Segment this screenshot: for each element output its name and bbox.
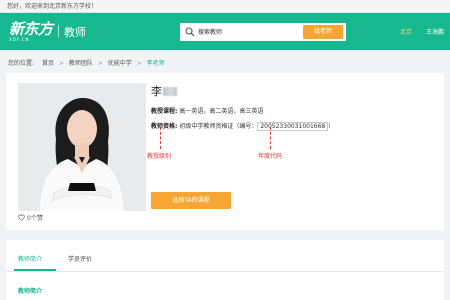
welcome-text: 您好，欢迎来到北京新东方学校！	[7, 3, 98, 10]
breadcrumb-prefix: 您的位置:	[8, 60, 35, 67]
teacher-portrait-image	[18, 83, 146, 211]
header-divider	[58, 25, 59, 38]
tab-student-reviews[interactable]: 学员评价	[68, 254, 92, 263]
certificate-value: 初级中学教师资格证（编号：	[179, 123, 258, 130]
teacher-name: 李	[151, 83, 177, 99]
teacher-photo	[18, 83, 146, 211]
tabs-divider	[6, 271, 444, 272]
breadcrumb-separator: >	[97, 60, 103, 67]
breadcrumb-separator: >	[58, 60, 64, 67]
courses-label: 教授课程:	[151, 108, 178, 115]
search-input[interactable]	[198, 25, 298, 39]
annotation-line-level	[160, 127, 161, 149]
welcome-bar: 您好，欢迎来到北京新东方学校！	[0, 0, 450, 13]
intro-section-title: 教师简介	[18, 288, 43, 295]
heart-icon	[18, 214, 25, 221]
region-selector[interactable]: 北京	[400, 27, 412, 36]
brand-logo[interactable]: 新东方 XDF.CN	[9, 22, 54, 44]
annotation-line-year	[270, 127, 271, 149]
teacher-surname: 李	[151, 85, 162, 98]
breadcrumb-home[interactable]: 首页	[42, 60, 54, 67]
site-header: 新东方 XDF.CN 教师 找老师 北京 王海鹏	[0, 13, 450, 50]
breadcrumb-current: 李老师	[146, 60, 165, 67]
tab-teacher-intro[interactable]: 教师简介	[18, 254, 42, 263]
certificate-label: 教师资格:	[151, 123, 178, 130]
annotation-year: 年度代码	[258, 153, 283, 160]
logo-text: 新东方	[9, 20, 53, 38]
user-name-link[interactable]: 王海鹏	[426, 27, 444, 36]
annotation-level: 教授级别	[147, 153, 172, 160]
certificate-row: 教师资格: 初级中学教师资格证（编号： 20052330031001668）	[151, 121, 335, 131]
breadcrumb-category[interactable]: 优能中学	[108, 60, 132, 67]
page-section-title: 教师	[64, 26, 86, 39]
certificate-number: 20052330031001668	[257, 122, 329, 131]
profile-tabs-panel: 教师简介 学员评价 教师简介	[6, 240, 444, 300]
search-box: 找老师	[180, 23, 346, 41]
name-blur-mask	[163, 86, 177, 96]
choose-course-button[interactable]: 选择TA的课程	[151, 192, 231, 209]
breadcrumb-separator: >	[136, 60, 142, 67]
courses-row: 教授课程: 高一英语，高二英语，高三英语	[151, 106, 263, 115]
like-count: 0个赞	[27, 215, 43, 222]
courses-value: 高一英语，高二英语，高三英语	[179, 108, 264, 115]
search-button[interactable]: 找老师	[303, 25, 343, 39]
breadcrumb-teachers[interactable]: 教师团队	[69, 60, 93, 67]
breadcrumb: 您的位置: 首页 > 教师团队 > 优能中学 > 李老师	[8, 58, 165, 67]
like-button[interactable]: 0个赞	[18, 213, 43, 222]
search-icon	[185, 27, 195, 37]
certificate-close: ）	[328, 123, 335, 130]
